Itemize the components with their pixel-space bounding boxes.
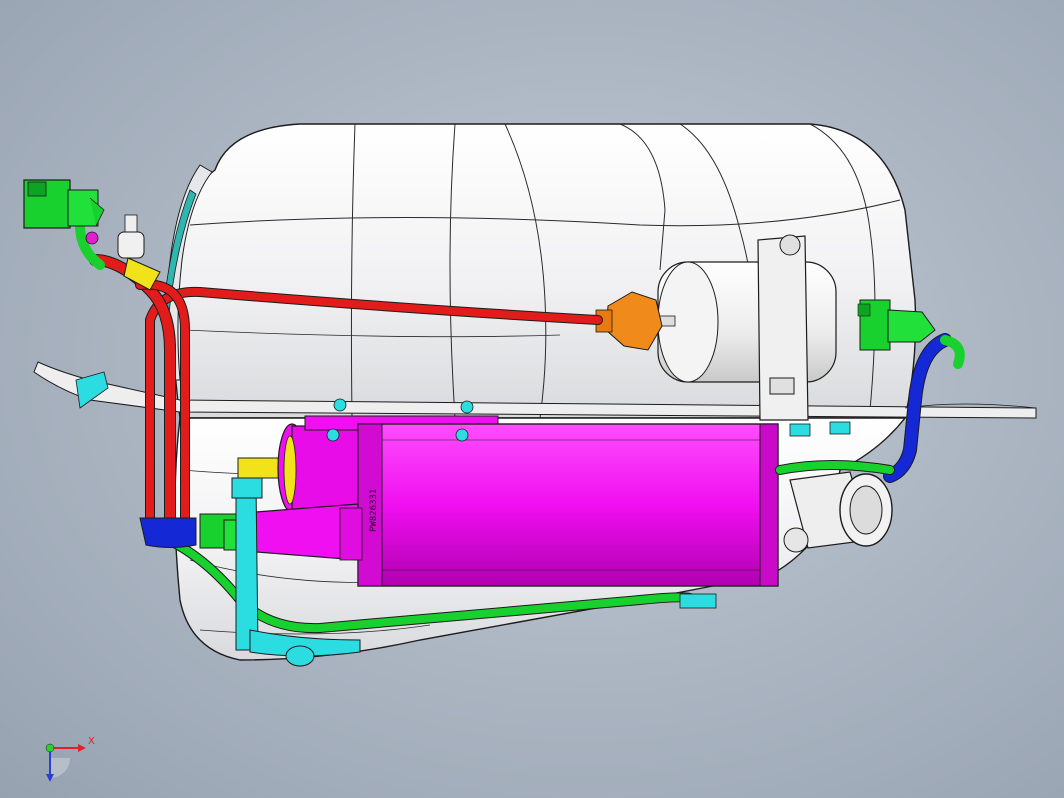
blue-line-clip[interactable]: [139, 517, 197, 548]
canister-body: [357, 423, 779, 587]
x-axis-label: X: [88, 736, 95, 747]
triad-origin: [45, 743, 55, 753]
coordinate-triad: X Y: [45, 736, 95, 782]
canister-marking: PW826331: [369, 489, 379, 532]
left-green-connector[interactable]: [23, 179, 105, 229]
filler-neck[interactable]: [783, 471, 893, 553]
cad-viewport[interactable]: PW826331 X: [0, 0, 1064, 798]
yellow-vent-valve[interactable]: [117, 214, 161, 291]
fuel-tank-assembly-model[interactable]: PW826331: [0, 0, 1064, 798]
